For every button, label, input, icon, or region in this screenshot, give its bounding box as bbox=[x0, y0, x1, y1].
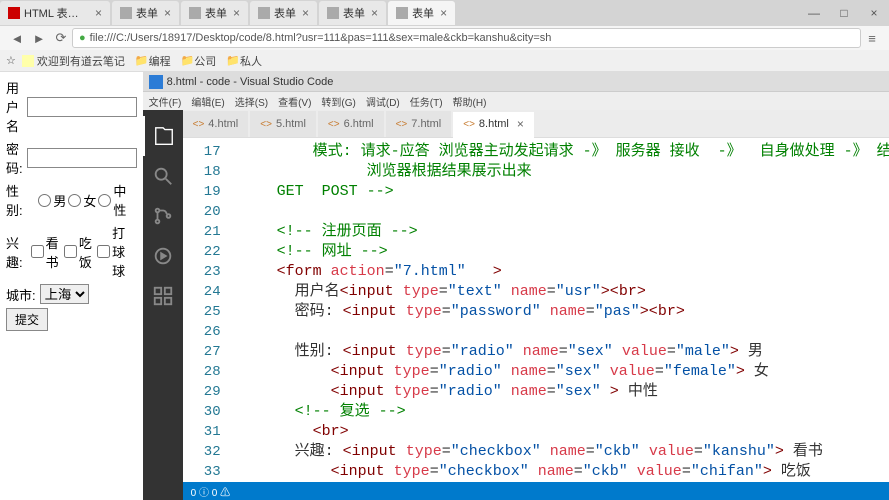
bookmark-folder[interactable]: 📁 私人 bbox=[226, 53, 262, 69]
menu-file[interactable]: 文件(F) bbox=[149, 94, 182, 109]
reload-button[interactable]: ⟳ bbox=[50, 28, 72, 48]
editor-tab-5html[interactable]: <>5.html bbox=[250, 111, 316, 137]
username-input[interactable] bbox=[27, 97, 137, 117]
username-label: 用户名 bbox=[6, 78, 23, 135]
menu-icon[interactable]: ≡ bbox=[861, 28, 883, 48]
bookmark-folder[interactable]: 📁 公司 bbox=[181, 53, 217, 69]
submit-button[interactable]: 提交 bbox=[6, 308, 48, 331]
search-icon[interactable] bbox=[143, 156, 183, 196]
menu-debug[interactable]: 调试(D) bbox=[366, 94, 400, 109]
city-select[interactable]: 上海 bbox=[40, 284, 89, 304]
menu-help[interactable]: 帮助(H) bbox=[453, 94, 487, 109]
sex-neutral-radio[interactable] bbox=[98, 194, 111, 207]
window-maximize-icon[interactable]: □ bbox=[829, 1, 859, 25]
rendered-form: 用户名 密码: 性别: 男 女 中性 兴趣: 看书 吃饭 打球球 城市: 上海 … bbox=[0, 72, 143, 500]
city-label: 城市: bbox=[6, 285, 36, 304]
editor-tab-7html[interactable]: <>7.html bbox=[386, 111, 452, 137]
tab-close-icon[interactable]: × bbox=[302, 6, 309, 20]
explorer-icon[interactable] bbox=[143, 116, 183, 156]
browser-tab-3[interactable]: 表单× bbox=[250, 1, 317, 25]
sex-male-radio[interactable] bbox=[38, 194, 51, 207]
menu-view[interactable]: 查看(V) bbox=[278, 94, 311, 109]
menu-edit[interactable]: 编辑(E) bbox=[191, 94, 224, 109]
editor-tab-4html[interactable]: <>4.html bbox=[183, 111, 249, 137]
menu-goto[interactable]: 转到(G) bbox=[321, 94, 355, 109]
sex-label: 性别: bbox=[6, 181, 32, 219]
editor-tabs: <>4.html <>5.html <>6.html <>7.html <>8.… bbox=[183, 110, 889, 138]
browser-tab-4[interactable]: 表单× bbox=[319, 1, 386, 25]
forward-button[interactable]: ► bbox=[28, 28, 50, 48]
browser-tabs-bar: HTML 表单_w3cschool× 表单× 表单× 表单× 表单× 表单× —… bbox=[0, 0, 889, 26]
code-editor[interactable]: 17 18 19 20 21 22 23 24 25 26 27 28 29 3… bbox=[183, 138, 889, 482]
browser-tab-5[interactable]: 表单× bbox=[388, 1, 455, 25]
tab-close-icon[interactable]: × bbox=[440, 6, 447, 20]
extensions-icon[interactable] bbox=[143, 276, 183, 316]
bookmark-folder[interactable]: 📁 编程 bbox=[135, 53, 171, 69]
window-close-icon[interactable]: × bbox=[859, 1, 889, 25]
interest-ball-checkbox[interactable] bbox=[97, 245, 110, 258]
back-button[interactable]: ◄ bbox=[6, 28, 28, 48]
interest-eat-checkbox[interactable] bbox=[64, 245, 77, 258]
bookmark-star-icon[interactable]: ☆ bbox=[6, 54, 16, 67]
sex-female-radio[interactable] bbox=[68, 194, 81, 207]
url-input[interactable]: ●file:///C:/Users/18917/Desktop/code/8.h… bbox=[72, 28, 861, 48]
password-label: 密码: bbox=[6, 139, 23, 177]
interest-label: 兴趣: bbox=[6, 233, 25, 271]
vscode-titlebar: 8.html - code - Visual Studio Code bbox=[143, 72, 889, 92]
tab-close-icon[interactable]: × bbox=[164, 6, 171, 20]
window-minimize-icon[interactable]: — bbox=[799, 1, 829, 25]
interest-read-checkbox[interactable] bbox=[31, 245, 44, 258]
browser-tab-2[interactable]: 表单× bbox=[181, 1, 248, 25]
debug-icon[interactable] bbox=[143, 236, 183, 276]
tab-close-icon[interactable]: × bbox=[517, 117, 524, 131]
vscode-menubar: 文件(F) 编辑(E) 选择(S) 查看(V) 转到(G) 调试(D) 任务(T… bbox=[143, 92, 889, 110]
menu-task[interactable]: 任务(T) bbox=[410, 94, 443, 109]
lock-icon: ● bbox=[79, 32, 86, 44]
line-numbers: 17 18 19 20 21 22 23 24 25 26 27 28 29 3… bbox=[183, 138, 231, 482]
password-input[interactable] bbox=[27, 148, 137, 168]
tab-close-icon[interactable]: × bbox=[371, 6, 378, 20]
source-control-icon[interactable] bbox=[143, 196, 183, 236]
editor-tab-8html[interactable]: <>8.html× bbox=[453, 112, 534, 138]
tab-close-icon[interactable]: × bbox=[233, 6, 240, 20]
menu-select[interactable]: 选择(S) bbox=[235, 94, 268, 109]
tab-close-icon[interactable]: × bbox=[95, 6, 102, 20]
bookmark-item[interactable]: 欢迎到有道云笔记 bbox=[22, 53, 125, 69]
browser-tab-1[interactable]: 表单× bbox=[112, 1, 179, 25]
browser-tab-0[interactable]: HTML 表单_w3cschool× bbox=[0, 1, 110, 25]
editor-tab-6html[interactable]: <>6.html bbox=[318, 111, 384, 137]
code-content[interactable]: 模式: 请求-应答 浏览器主动发起请求 -》 服务器 接收 -》 自身做处理 -… bbox=[231, 138, 889, 482]
vscode-status-bar: 0 ⓘ 0 ⚠ bbox=[183, 482, 889, 500]
vscode-icon bbox=[149, 75, 163, 89]
